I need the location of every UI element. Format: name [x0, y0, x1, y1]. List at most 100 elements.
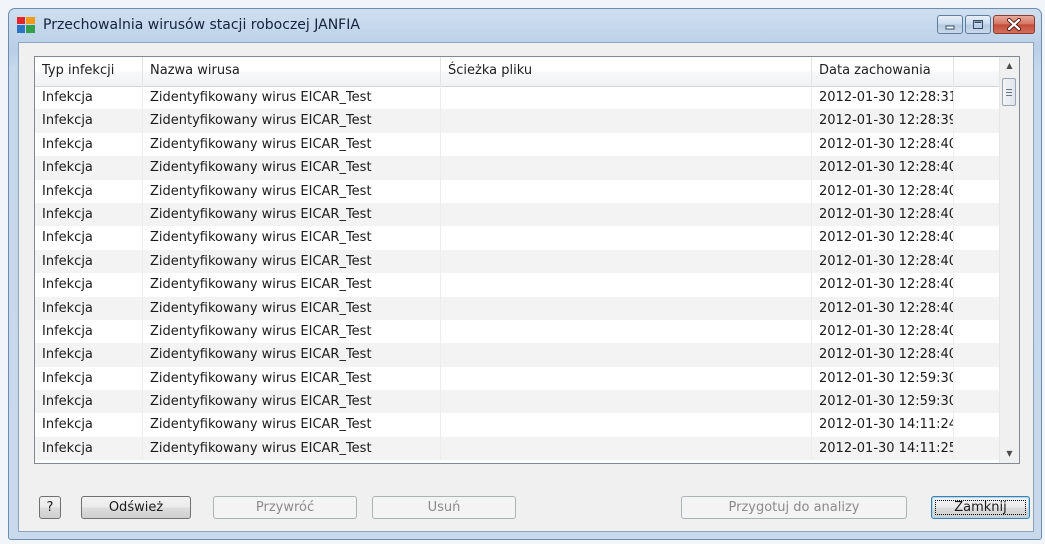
cell-filler — [954, 132, 1001, 157]
column-header-saved-date[interactable]: Data zachowania — [812, 57, 954, 86]
cell-infection-type: Infekcja — [35, 436, 143, 461]
avg-logo-icon — [17, 17, 35, 33]
focus-rect — [935, 500, 1026, 515]
cell-saved-date: 2012-01-30 12:28:40 — [812, 156, 954, 180]
cell-saved-date: 2012-01-30 12:28:40 — [812, 273, 954, 297]
column-header-file-path[interactable]: Ścieżka pliku — [441, 57, 812, 86]
scroll-down-arrow-icon[interactable]: ▼ — [1000, 445, 1019, 463]
cell-filler — [954, 436, 1001, 461]
title-bar[interactable]: Przechowalnia wirusów stacji roboczej JA… — [9, 9, 1041, 43]
cell-virus-name: Zidentyfikowany wirus EICAR_Test — [143, 202, 441, 227]
cell-file-path — [441, 249, 812, 274]
table-row[interactable]: Infekcja Zidentyfikowany wirus EICAR_Test… — [35, 179, 1001, 203]
cell-virus-name: Zidentyfikowany wirus EICAR_Test — [143, 179, 441, 203]
table-row[interactable]: Infekcja Zidentyfikowany wirus EICAR_Test… — [35, 366, 1001, 391]
cell-virus-name: Zidentyfikowany wirus EICAR_Test — [143, 436, 441, 461]
grip-line — [1006, 92, 1012, 93]
cell-file-path — [441, 202, 812, 227]
table-row[interactable]: Infekcja Zidentyfikowany wirus EICAR_Test… — [35, 202, 1001, 227]
close-icon — [1007, 18, 1021, 31]
cell-file-path — [441, 343, 812, 367]
cell-file-path — [441, 156, 812, 180]
cell-saved-date: 2012-01-30 14:11:25 — [812, 436, 954, 461]
cell-virus-name: Zidentyfikowany wirus EICAR_Test — [143, 249, 441, 274]
cell-infection-type: Infekcja — [35, 273, 143, 297]
table-row[interactable]: Infekcja Zidentyfikowany wirus EICAR_Test… — [35, 109, 1001, 133]
maximize-button[interactable] — [965, 15, 991, 34]
scroll-thumb[interactable] — [1002, 78, 1016, 106]
grip-line — [1006, 95, 1012, 96]
cell-virus-name: Zidentyfikowany wirus EICAR_Test — [143, 296, 441, 320]
column-header-virus-name[interactable]: Nazwa wirusa — [143, 57, 441, 86]
cell-file-path — [441, 273, 812, 297]
cell-virus-name: Zidentyfikowany wirus EICAR_Test — [143, 366, 441, 391]
list-rows: Infekcja Zidentyfikowany wirus EICAR_Test… — [35, 86, 1001, 461]
table-row[interactable]: Infekcja Zidentyfikowany wirus EICAR_Test… — [35, 156, 1001, 180]
cell-infection-type: Infekcja — [35, 226, 143, 250]
cell-saved-date: 2012-01-30 12:28:39 — [812, 109, 954, 133]
cell-saved-date: 2012-01-30 12:28:40 — [812, 296, 954, 320]
table-row[interactable]: Infekcja Zidentyfikowany wirus EICAR_Test… — [35, 436, 1001, 461]
cell-filler — [954, 156, 1001, 180]
delete-button[interactable]: Usuń — [372, 496, 516, 519]
cell-virus-name: Zidentyfikowany wirus EICAR_Test — [143, 156, 441, 180]
table-row[interactable]: Infekcja Zidentyfikowany wirus EICAR_Test… — [35, 249, 1001, 274]
dialog-client-area: Typ infekcji Nazwa wirusa Ścieżka pliku … — [18, 42, 1034, 532]
column-header-filler — [954, 57, 1001, 86]
table-row[interactable]: Infekcja Zidentyfikowany wirus EICAR_Test… — [35, 132, 1001, 157]
column-header-infection-type[interactable]: Typ infekcji — [35, 57, 143, 86]
vertical-scrollbar[interactable]: ▲ ▼ — [999, 57, 1019, 463]
cell-saved-date: 2012-01-30 12:28:40 — [812, 249, 954, 274]
cell-file-path — [441, 436, 812, 461]
quarantine-window: Przechowalnia wirusów stacji roboczej JA… — [8, 8, 1042, 540]
table-row[interactable]: Infekcja Zidentyfikowany wirus EICAR_Test… — [35, 390, 1001, 414]
table-row[interactable]: Infekcja Zidentyfikowany wirus EICAR_Test… — [35, 86, 1001, 110]
table-row[interactable]: Infekcja Zidentyfikowany wirus EICAR_Test… — [35, 413, 1001, 437]
minimize-button[interactable] — [937, 15, 963, 34]
cell-file-path — [441, 109, 812, 133]
cell-infection-type: Infekcja — [35, 343, 143, 367]
cell-file-path — [441, 390, 812, 414]
table-row[interactable]: Infekcja Zidentyfikowany wirus EICAR_Test… — [35, 226, 1001, 250]
caption-buttons — [935, 15, 1035, 34]
cell-virus-name: Zidentyfikowany wirus EICAR_Test — [143, 413, 441, 437]
cell-filler — [954, 249, 1001, 274]
scroll-up-arrow-icon[interactable]: ▲ — [1000, 57, 1019, 75]
restore-button[interactable]: Przywróć — [213, 496, 357, 519]
cell-infection-type: Infekcja — [35, 109, 143, 133]
cell-infection-type: Infekcja — [35, 249, 143, 274]
cell-filler — [954, 179, 1001, 203]
cell-filler — [954, 319, 1001, 344]
list-header: Typ infekcji Nazwa wirusa Ścieżka pliku … — [35, 57, 1001, 87]
maximize-icon — [973, 20, 983, 29]
cell-filler — [954, 273, 1001, 297]
prepare-for-analysis-button[interactable]: Przygotuj do analizy — [681, 496, 907, 519]
cell-saved-date: 2012-01-30 12:28:40 — [812, 202, 954, 227]
table-row[interactable]: Infekcja Zidentyfikowany wirus EICAR_Test… — [35, 296, 1001, 320]
grip-line — [1006, 89, 1012, 90]
cell-infection-type: Infekcja — [35, 202, 143, 227]
cell-virus-name: Zidentyfikowany wirus EICAR_Test — [143, 390, 441, 414]
cell-filler — [954, 366, 1001, 391]
close-button[interactable]: Zamknij — [931, 496, 1030, 519]
cell-file-path — [441, 366, 812, 391]
cell-virus-name: Zidentyfikowany wirus EICAR_Test — [143, 273, 441, 297]
close-window-button[interactable] — [993, 15, 1035, 34]
help-button[interactable]: ? — [39, 496, 61, 519]
cell-infection-type: Infekcja — [35, 390, 143, 414]
cell-file-path — [441, 179, 812, 203]
cell-file-path — [441, 132, 812, 157]
table-row[interactable]: Infekcja Zidentyfikowany wirus EICAR_Test… — [35, 343, 1001, 367]
cell-filler — [954, 343, 1001, 367]
refresh-button[interactable]: Odśwież — [81, 496, 191, 519]
cell-infection-type: Infekcja — [35, 179, 143, 203]
cell-filler — [954, 109, 1001, 133]
cell-saved-date: 2012-01-30 12:28:40 — [812, 226, 954, 250]
quarantine-list[interactable]: Typ infekcji Nazwa wirusa Ścieżka pliku … — [34, 56, 1020, 464]
cell-infection-type: Infekcja — [35, 296, 143, 320]
cell-infection-type: Infekcja — [35, 413, 143, 437]
cell-infection-type: Infekcja — [35, 156, 143, 180]
table-row[interactable]: Infekcja Zidentyfikowany wirus EICAR_Test… — [35, 273, 1001, 297]
cell-saved-date: 2012-01-30 12:28:40 — [812, 319, 954, 344]
table-row[interactable]: Infekcja Zidentyfikowany wirus EICAR_Test… — [35, 319, 1001, 344]
